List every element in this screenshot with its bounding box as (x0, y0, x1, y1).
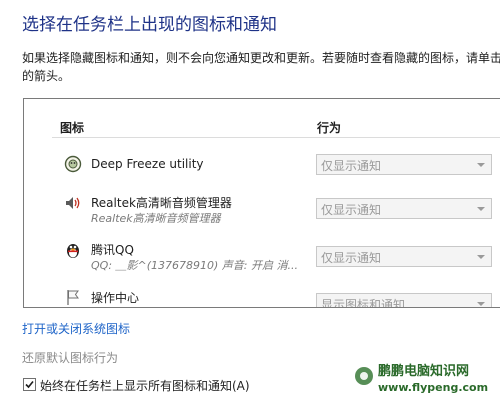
page-title: 选择在任务栏上出现的图标和通知 (22, 15, 277, 35)
row-subtitle: Realtek高清晰音频管理器 (91, 212, 221, 225)
site-watermark: 鹏鹏电脑知识网 www.flypeng.com (354, 356, 494, 398)
restore-defaults-link[interactable]: 还原默认图标行为 (22, 349, 118, 366)
chevron-down-icon (477, 255, 485, 259)
behavior-dropdown[interactable]: 仅显示通知 (316, 246, 492, 267)
icon-row: Deep Freeze utility 仅显示通知 (24, 145, 500, 189)
chevron-down-icon (477, 302, 485, 306)
column-header-icons: 图标 (60, 121, 85, 135)
watermark-url: www.flypeng.com (378, 381, 488, 394)
icons-panel: 图标 行为 Deep Freeze utility 仅显示通知 Realtek高… (23, 98, 500, 308)
dropdown-value: 仅显示通知 (321, 251, 382, 265)
always-show-checkbox[interactable] (23, 378, 36, 391)
behavior-dropdown[interactable]: 显示图标和通知 (316, 293, 492, 308)
icon-row: 腾讯QQ QQ: ＿影^(137678910) 声音: 开启 消... 仅显示通… (24, 239, 500, 283)
watermark-title: 鹏鹏电脑知识网 (378, 363, 469, 379)
dropdown-value: 仅显示通知 (321, 203, 382, 217)
row-name: 腾讯QQ (91, 243, 134, 257)
chevron-down-icon (477, 207, 485, 211)
qq-penguin-icon (64, 241, 82, 259)
row-name: 操作中心 (91, 291, 140, 305)
description-line-2: 的箭头。 (22, 69, 71, 83)
header-divider (52, 137, 500, 138)
column-header-behavior: 行为 (317, 121, 342, 135)
row-name: Realtek高清晰音频管理器 (91, 196, 232, 210)
chevron-down-icon (477, 163, 485, 167)
icon-row: Realtek高清晰音频管理器 Realtek高清晰音频管理器 仅显示通知 (24, 192, 500, 236)
behavior-dropdown[interactable]: 仅显示通知 (316, 198, 492, 219)
dropdown-value: 仅显示通知 (321, 159, 382, 173)
always-show-label: 始终在任务栏上显示所有图标和通知(A) (40, 379, 250, 393)
speaker-icon (64, 194, 82, 212)
row-name: Deep Freeze utility (91, 157, 204, 171)
flag-icon (64, 288, 82, 306)
description-line-1: 如果选择隐藏图标和通知，则不会向您通知更改和更新。若要随时查看隐藏的图标，请单击 (22, 51, 500, 65)
behavior-dropdown[interactable]: 仅显示通知 (316, 154, 492, 175)
description: 如果选择隐藏图标和通知，则不会向您通知更改和更新。若要随时查看隐藏的图标，请单击… (22, 49, 500, 85)
row-subtitle: QQ: ＿影^(137678910) 声音: 开启 消... (91, 259, 298, 272)
deep-freeze-icon (64, 155, 82, 173)
system-icons-link[interactable]: 打开或关闭系统图标 (22, 320, 130, 337)
icon-row: 操作中心 显示图标和通知 (24, 287, 500, 308)
dropdown-value: 显示图标和通知 (321, 298, 406, 308)
